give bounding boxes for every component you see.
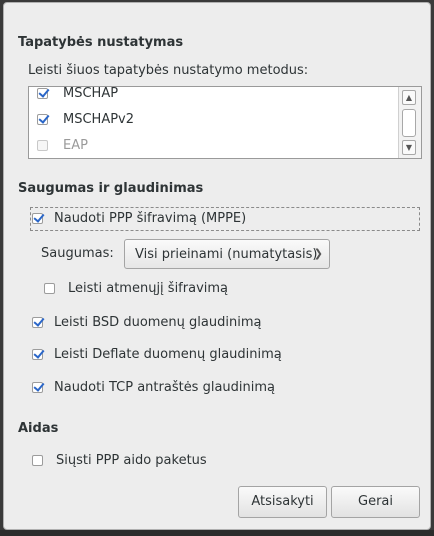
bsd-checkbox[interactable] [32,317,43,328]
mschapv2-checkbox[interactable] [37,114,48,125]
eap-checkbox [37,140,48,151]
send-echo-label: Siųsti PPP aido paketus [56,453,207,468]
auth-section-title: Tapatybės nustatymas [18,35,184,50]
use-mppe-checkbox[interactable] [32,213,43,224]
deflate-label: Leisti Deflate duomenų glaudinimą [54,347,282,362]
ok-button[interactable]: Gerai [331,486,420,518]
methods-scrollbar[interactable]: ▲ ▼ [398,87,421,158]
security-label: Saugumas: [41,246,114,261]
mschap-checkbox[interactable] [37,88,48,99]
stateful-checkbox[interactable] [44,283,55,294]
stateful-label: Leisti atmenųjį šifravimą [68,281,229,296]
mschap-label: MSCHAP [63,86,119,101]
scroll-thumb[interactable] [402,109,416,137]
send-echo-checkbox[interactable] [32,455,43,466]
list-item-eap: EAP [29,134,399,158]
tcp-label: Naudoti TCP antraštės glaudinimą [54,380,276,395]
security-select-value: Visi prieinami (numatytasis) [135,247,318,262]
background-strip [0,530,434,536]
use-mppe-label: Naudoti PPP šifravimą (MPPE) [54,211,247,226]
scroll-down-button[interactable]: ▼ [402,140,416,155]
chevron-up-icon: ▲ [405,93,413,102]
deflate-checkbox[interactable] [32,349,43,360]
eap-label: EAP [63,138,88,153]
auth-methods-list[interactable]: MSCHAP MSCHAPv2 EAP ▲ ▼ [28,86,422,159]
scroll-up-button[interactable]: ▲ [402,90,416,105]
echo-section-title: Aidas [18,421,59,436]
ppp-options-dialog: Tapatybės nustatymas Leisti šiuos tapaty… [3,2,431,530]
auth-methods-label: Leisti šiuos tapatybės nustatymo metodus… [28,63,309,78]
chevron-down-icon: ▼ [405,143,413,152]
mschapv2-label: MSCHAPv2 [63,112,135,127]
security-section-title: Saugumas ir glaudinimas [18,181,204,196]
tcp-checkbox[interactable] [32,382,43,393]
chevron-down-icon: ❯ [313,247,323,260]
security-select[interactable]: Visi prieinami (numatytasis) ❯ [124,239,330,269]
bsd-label: Leisti BSD duomenų glaudinimą [54,315,262,330]
list-item-mschap[interactable]: MSCHAP [29,86,399,108]
list-item-mschapv2[interactable]: MSCHAPv2 [29,108,399,134]
cancel-button[interactable]: Atsisakyti [238,486,327,518]
